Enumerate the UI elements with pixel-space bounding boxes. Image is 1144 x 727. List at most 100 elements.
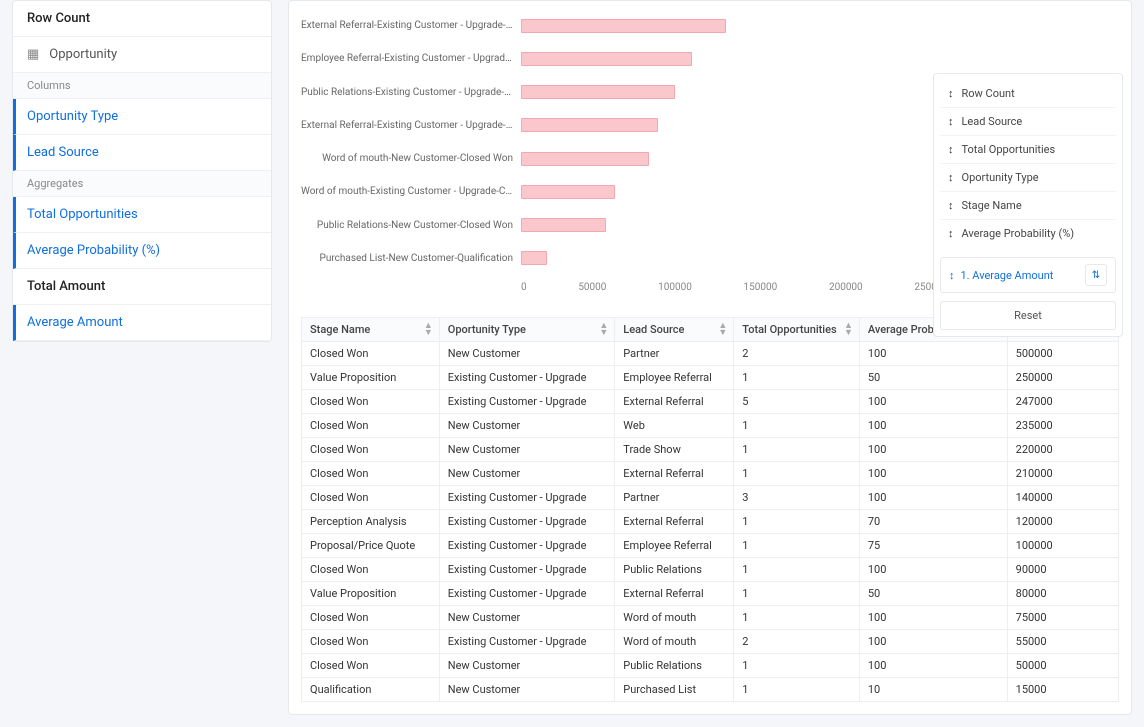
sidebar-aggregate[interactable]: Average Amount xyxy=(13,305,271,341)
table-icon xyxy=(27,47,39,62)
table-cell: 2 xyxy=(734,630,860,654)
sidebar-aggregate[interactable]: Average Probability (%) xyxy=(13,233,271,269)
table-row: Closed WonExisting Customer - UpgradeWor… xyxy=(302,630,1119,654)
chart-bar[interactable] xyxy=(521,85,675,99)
chart-bar[interactable] xyxy=(521,118,658,132)
table-cell: 50 xyxy=(859,582,1007,606)
table-cell: 2 xyxy=(734,342,860,366)
table-cell: 120000 xyxy=(1007,510,1118,534)
sort-arrows-icon[interactable]: ▲▼ xyxy=(599,323,608,337)
sort-option[interactable]: ↕Row Count xyxy=(940,80,1116,108)
table-cell: Closed Won xyxy=(302,390,440,414)
table-header[interactable]: Total Opportunities▲▼ xyxy=(734,318,860,342)
results-table: Stage Name▲▼Oportunity Type▲▼Lead Source… xyxy=(301,317,1119,702)
table-cell: 75 xyxy=(859,534,1007,558)
chart-row: External Referral-Existing Customer - Up… xyxy=(301,15,1119,37)
sidebar-columns-header: Columns xyxy=(13,73,271,99)
table-cell: Word of mouth xyxy=(615,606,734,630)
sidebar-column[interactable]: Oportunity Type xyxy=(13,99,271,135)
table-cell: Proposal/Price Quote xyxy=(302,534,440,558)
x-tick: 50000 xyxy=(578,282,606,293)
sidebar-aggregate[interactable]: Total Opportunities xyxy=(13,197,271,233)
table-cell: Existing Customer - Upgrade xyxy=(439,390,615,414)
table-cell: Closed Won xyxy=(302,462,440,486)
chart-bar[interactable] xyxy=(521,185,615,199)
chart-category-label: Employee Referral-Existing Customer - Up… xyxy=(301,53,521,64)
table-row: QualificationNew CustomerPurchased List1… xyxy=(302,678,1119,702)
table-cell: External Referral xyxy=(615,462,734,486)
sort-reset-button[interactable]: Reset xyxy=(940,301,1116,330)
table-cell: Existing Customer - Upgrade xyxy=(439,486,615,510)
sort-icon: ↕ xyxy=(948,199,954,212)
table-cell: Web xyxy=(615,414,734,438)
chart-row: Employee Referral-Existing Customer - Up… xyxy=(301,48,1119,70)
table-cell: Word of mouth xyxy=(615,630,734,654)
table-cell: 100 xyxy=(859,462,1007,486)
sidebar-column[interactable]: Lead Source xyxy=(13,135,271,171)
table-cell: Value Proposition xyxy=(302,582,440,606)
table-cell: 100 xyxy=(859,558,1007,582)
table-cell: 100 xyxy=(859,606,1007,630)
table-cell: Closed Won xyxy=(302,438,440,462)
table-cell: 1 xyxy=(734,510,860,534)
table-cell: 50000 xyxy=(1007,654,1118,678)
table-cell: 1 xyxy=(734,606,860,630)
table-cell: 50 xyxy=(859,366,1007,390)
sort-option[interactable]: ↕Average Probability (%) xyxy=(940,220,1116,247)
sort-arrows-icon[interactable]: ▲▼ xyxy=(718,323,727,337)
table-row: Closed WonNew CustomerExternal Referral1… xyxy=(302,462,1119,486)
table-cell: New Customer xyxy=(439,342,615,366)
sort-option[interactable]: ↕Lead Source xyxy=(940,108,1116,136)
chart-bar[interactable] xyxy=(521,19,726,33)
sort-arrows-icon[interactable]: ▲▼ xyxy=(844,323,853,337)
table-cell: 100 xyxy=(859,654,1007,678)
chart-bar[interactable] xyxy=(521,218,606,232)
table-row: Closed WonNew CustomerPartner2100500000 xyxy=(302,342,1119,366)
table-cell: 10 xyxy=(859,678,1007,702)
sort-option[interactable]: ↕Oportunity Type xyxy=(940,164,1116,192)
table-cell: External Referral xyxy=(615,582,734,606)
table-cell: Closed Won xyxy=(302,654,440,678)
table-header[interactable]: Oportunity Type▲▼ xyxy=(439,318,615,342)
table-cell: Closed Won xyxy=(302,414,440,438)
table-cell: Existing Customer - Upgrade xyxy=(439,558,615,582)
sort-selected[interactable]: ↕ 1. Average Amount ⇅ xyxy=(940,257,1116,293)
chart-bar[interactable] xyxy=(521,152,649,166)
table-cell: 90000 xyxy=(1007,558,1118,582)
table-cell: 75000 xyxy=(1007,606,1118,630)
table-cell: New Customer xyxy=(439,654,615,678)
table-cell: Partner xyxy=(615,342,734,366)
sort-option[interactable]: ↕ Stage Name xyxy=(940,192,1116,220)
sidebar-aggregates-header: Aggregates xyxy=(13,171,271,197)
table-cell: 100 xyxy=(859,630,1007,654)
table-cell: 1 xyxy=(734,534,860,558)
table-row: Closed WonExisting Customer - UpgradePar… xyxy=(302,486,1119,510)
table-cell: 1 xyxy=(734,438,860,462)
table-cell: Public Relations xyxy=(615,654,734,678)
sidebar-aggregate[interactable]: Total Amount xyxy=(13,269,271,305)
table-cell: New Customer xyxy=(439,606,615,630)
x-tick: 200000 xyxy=(829,282,863,293)
table-cell: 100 xyxy=(859,486,1007,510)
table-cell: 15000 xyxy=(1007,678,1118,702)
sort-panel: ↕Row Count↕Lead Source↕Total Opportuniti… xyxy=(933,73,1123,337)
chart-category-label: Word of mouth-New Customer-Closed Won xyxy=(301,153,521,164)
chart-bar[interactable] xyxy=(521,52,692,66)
table-header[interactable]: Lead Source▲▼ xyxy=(615,318,734,342)
sort-option-label: Oportunity Type xyxy=(962,171,1039,184)
chart-category-label: Word of mouth-Existing Customer - Upgrad… xyxy=(301,186,521,197)
sort-settings-button[interactable]: ⇅ xyxy=(1085,264,1107,286)
sort-option-label: Stage Name xyxy=(962,199,1022,212)
table-header[interactable]: Stage Name▲▼ xyxy=(302,318,440,342)
table-cell: 100 xyxy=(859,414,1007,438)
chart-category-label: External Referral-Existing Customer - Up… xyxy=(301,20,521,31)
chart-bar[interactable] xyxy=(521,251,547,265)
sidebar-row-count[interactable]: Row Count xyxy=(13,1,271,37)
sort-arrows-icon[interactable]: ▲▼ xyxy=(424,323,433,337)
table-cell: External Referral xyxy=(615,390,734,414)
table-row: Closed WonNew CustomerWord of mouth11007… xyxy=(302,606,1119,630)
sort-option[interactable]: ↕Total Opportunities xyxy=(940,136,1116,164)
table-cell: 1 xyxy=(734,558,860,582)
table-cell: Existing Customer - Upgrade xyxy=(439,534,615,558)
table-cell: Qualification xyxy=(302,678,440,702)
